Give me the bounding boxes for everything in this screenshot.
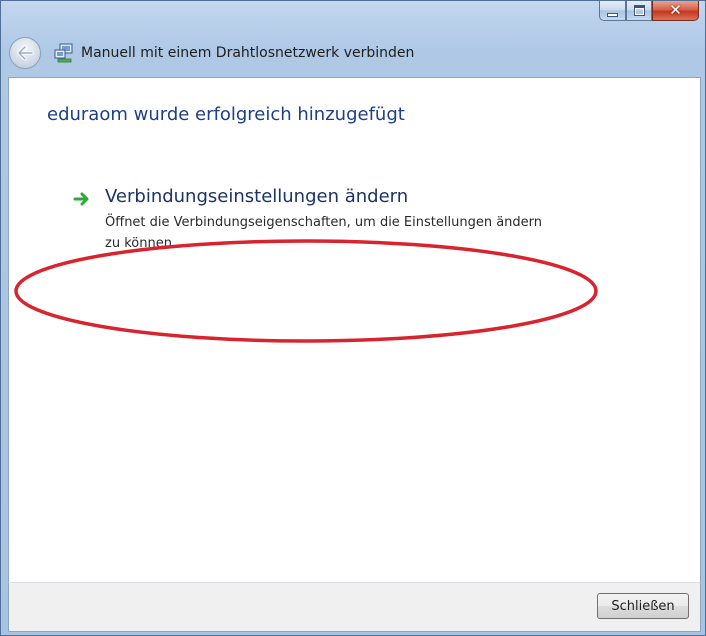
- dialog-window: ✕ Manuell mit einem Drahtlosnetzwerk ver…: [0, 0, 706, 636]
- content-area: eduraom wurde erfolgreich hinzugefügt Ve…: [8, 77, 701, 582]
- main-instruction: eduraom wurde erfolgreich hinzugefügt: [47, 104, 405, 125]
- minimize-icon: [607, 12, 618, 17]
- nav-bar: Manuell mit einem Drahtlosnetzwerk verbi…: [9, 31, 697, 75]
- back-arrow-icon: [17, 45, 34, 61]
- footer-bar: Schließen: [8, 582, 701, 632]
- command-link-description: Öffnet die Verbindungseigenschaften, um …: [105, 215, 543, 251]
- caption-buttons: ✕: [599, 1, 699, 23]
- wireless-network-icon: [54, 43, 73, 63]
- close-icon: ✕: [669, 1, 682, 19]
- close-window-button[interactable]: ✕: [652, 1, 699, 21]
- minimize-button[interactable]: [599, 1, 626, 21]
- close-button[interactable]: Schließen: [597, 593, 689, 619]
- window-title: Manuell mit einem Drahtlosnetzwerk verbi…: [81, 45, 415, 61]
- back-button[interactable]: [9, 37, 41, 69]
- green-arrow-icon: [73, 192, 89, 206]
- maximize-icon: [633, 5, 645, 16]
- maximize-button[interactable]: [626, 1, 652, 21]
- command-link-title: Verbindungseinstellungen ändern: [105, 186, 409, 207]
